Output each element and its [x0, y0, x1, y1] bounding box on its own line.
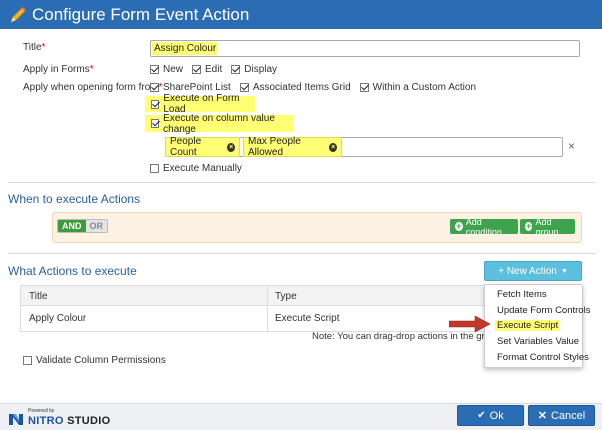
menu-item-fetch-items[interactable]: Fetch Items	[497, 289, 547, 300]
execute-manually-row: Execute Manually	[150, 163, 251, 174]
cancel-button[interactable]: ✕ Cancel	[528, 405, 595, 426]
plus-icon: +	[455, 221, 463, 231]
checkbox-display[interactable]: Display	[231, 64, 277, 75]
menu-item-format-control-styles[interactable]: Format Control Styles	[497, 352, 589, 363]
execute-on-form-load-row[interactable]: Execute on Form Load	[145, 93, 255, 115]
row-type: Execute Script	[275, 313, 340, 324]
nitro-logo-icon	[9, 413, 23, 425]
apply-in-forms-options: New Edit Display	[150, 64, 286, 75]
add-condition-button[interactable]: + Add condition	[450, 217, 518, 237]
checkbox-sharepoint-list[interactable]: SharePoint List	[150, 82, 231, 93]
apply-when-options: SharePoint List Associated Items Grid Wi…	[150, 82, 485, 93]
checkbox-icon[interactable]	[150, 65, 159, 74]
dialog-title: Configure Form Event Action	[32, 4, 250, 24]
checkbox-new[interactable]: New	[150, 64, 183, 75]
ok-button[interactable]: ✔ Ok	[457, 405, 524, 426]
when-heading: When to execute Actions	[8, 192, 141, 206]
caret-down-icon: ▼	[560, 267, 568, 275]
checkbox-icon[interactable]	[239, 83, 249, 92]
actions-table: Title Type Apply Colour Execute Script	[20, 285, 490, 332]
validate-permissions-row: Validate Column Permissions	[23, 355, 175, 366]
row-title: Apply Colour	[29, 313, 87, 324]
checkbox-edit[interactable]: Edit	[192, 64, 222, 75]
clear-columns-icon[interactable]: ×	[568, 139, 575, 153]
powered-by-text: Powered by	[28, 408, 55, 414]
plus-circle-icon: +	[525, 221, 533, 231]
checkbox-icon[interactable]	[359, 83, 369, 92]
remove-token-icon[interactable]: ×	[227, 142, 235, 152]
checkbox-within-custom-action[interactable]: Within a Custom Action	[359, 82, 476, 93]
close-icon: ✕	[537, 410, 547, 422]
brand-name: NITRO STUDIO	[28, 415, 111, 427]
checkbox-associated-items-grid[interactable]: Associated Items Grid	[239, 82, 351, 93]
apply-in-forms-label: Apply in Forms*	[23, 64, 94, 75]
new-action-button[interactable]: + New Action ▼	[484, 261, 582, 281]
remove-token-icon[interactable]: ×	[329, 142, 337, 152]
dialog-titlebar: Configure Form Event Action	[0, 0, 602, 29]
checkbox-icon[interactable]	[151, 119, 160, 128]
section-divider	[8, 253, 596, 254]
and-button[interactable]: AND	[58, 220, 86, 232]
table-row[interactable]: Apply Colour Execute Script	[20, 306, 490, 332]
actions-heading: What Actions to execute	[8, 264, 137, 278]
checkbox-icon[interactable]	[150, 164, 159, 173]
column-divider	[267, 285, 268, 332]
checkbox-icon[interactable]	[150, 83, 159, 92]
title-input[interactable]: Assign Colour	[150, 40, 580, 57]
menu-item-update-form-controls[interactable]: Update Form Controls	[497, 305, 590, 316]
or-button[interactable]: OR	[85, 220, 107, 232]
checkbox-execute-manually[interactable]: Execute Manually	[150, 163, 242, 174]
new-action-menu: Fetch Items Update Form Controls Execute…	[484, 284, 590, 368]
title-input-value: Assign Colour	[152, 42, 219, 55]
execute-on-column-change-row[interactable]: Execute on column value change	[145, 113, 293, 135]
column-header-title: Title	[29, 291, 48, 302]
pencil-icon	[10, 6, 26, 23]
menu-item-execute-script[interactable]: Execute Script	[495, 320, 561, 331]
and-or-toggle[interactable]: AND OR	[57, 219, 108, 233]
nitro-studio-logo: Powered by NITRO STUDIO	[8, 408, 111, 427]
checkbox-icon[interactable]	[231, 65, 241, 74]
checkbox-validate-permissions[interactable]: Validate Column Permissions	[23, 355, 166, 366]
column-token-max-people-allowed[interactable]: Max People Allowed ×	[243, 136, 342, 158]
check-icon: ✔	[477, 410, 486, 421]
column-header-type: Type	[275, 291, 297, 302]
arrow-annotation-icon	[449, 315, 491, 333]
title-label: Title*	[23, 42, 46, 53]
apply-when-label: Apply when opening form from*	[23, 82, 163, 93]
column-token-people-count[interactable]: People Count ×	[165, 136, 240, 158]
menu-item-set-variables-value[interactable]: Set Variables Value	[497, 336, 579, 347]
checkbox-icon[interactable]	[151, 99, 160, 109]
section-divider	[8, 182, 596, 183]
checkbox-icon[interactable]	[192, 65, 202, 74]
checkbox-icon[interactable]	[23, 356, 32, 365]
add-group-button[interactable]: + Add group	[520, 217, 575, 237]
table-header: Title Type	[20, 285, 490, 306]
